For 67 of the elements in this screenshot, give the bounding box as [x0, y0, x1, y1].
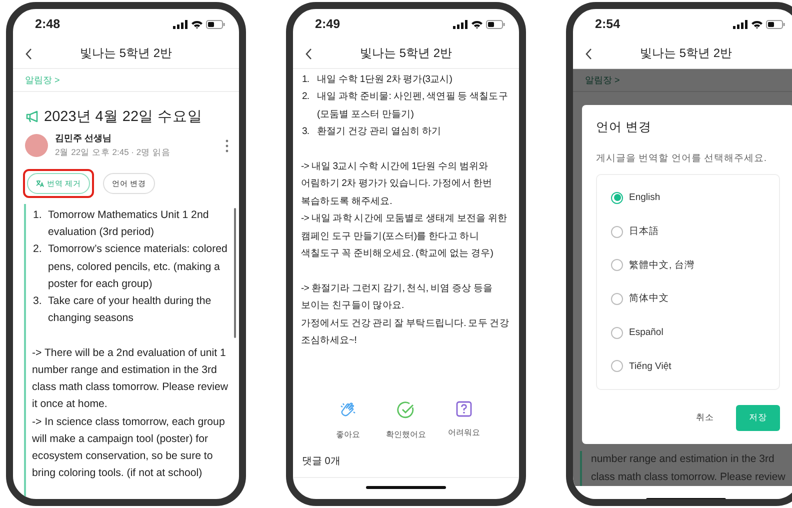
list-item: Take care of your health during the changing seasons — [48, 294, 212, 326]
header-title: 빛나는 5학년 2반 — [80, 45, 172, 62]
dialog-message: 게시글을 번역할 언어를 선택해주세요. — [596, 152, 768, 165]
check-circle-icon — [397, 401, 415, 420]
list-number: 2. — [32, 242, 43, 258]
list-item: Tomorrow’s science materials: colored pens, colored pencils, etc. (making a poster for each group) — [48, 242, 228, 292]
list-item: 내일 수학 1단원 2차 평가(3교시) — [317, 73, 452, 87]
battery-icon — [206, 20, 225, 28]
back-icon[interactable] — [305, 48, 313, 60]
post-title: 2023년 4월 22일 수요일 — [44, 108, 203, 126]
header-title: 빛나는 5학년 2반 — [640, 45, 732, 62]
avatar-icon — [25, 134, 48, 157]
question-square-icon — [456, 401, 472, 418]
back-icon[interactable] — [585, 48, 593, 60]
header-title: 빛나는 5학년 2반 — [360, 45, 452, 62]
wifi-icon — [471, 20, 483, 28]
scrollbar[interactable] — [234, 208, 236, 338]
more-icon[interactable] — [225, 138, 229, 152]
radio-button[interactable] — [611, 259, 623, 272]
megaphone-icon — [26, 110, 40, 123]
cancel-button[interactable]: 취소 — [696, 412, 714, 424]
language-option[interactable]: 简体中文 — [611, 282, 779, 316]
list-item: 환절기 건강 관리 열심히 하기 — [317, 125, 442, 140]
status-time: 2:54 — [595, 17, 620, 31]
radio-button[interactable] — [611, 292, 623, 305]
paragraph: -> 내일 3교시 수학 시간에 1단원 수의 범위와 어림하기 2차 평가가 있습니다. 가정에서 한번 복습하도록 해주세요. — [301, 160, 494, 209]
signal-icon — [173, 20, 188, 28]
background-text: number range and estimation in the 3rd — [591, 452, 776, 468]
language-option[interactable]: 日本語 — [611, 214, 779, 248]
paragraph: -> There will be a 2nd evaluation of unit 1 number range and estimation in the 3rd class math class tomorrow. Please review it once at home. — [32, 346, 229, 412]
wifi-icon — [751, 20, 763, 28]
reaction-button[interactable]: 좋아요 — [328, 401, 368, 440]
radio-button[interactable] — [611, 192, 623, 204]
post-meta: 2월 22일 오후 2:45 · 2명 읽음 — [55, 147, 172, 159]
signal-icon — [733, 20, 748, 28]
list-item: Tomorrow Mathematics Unit 1 2nd evaluation (3rd period) — [48, 208, 210, 240]
back-icon[interactable] — [25, 48, 33, 60]
signal-icon — [453, 20, 468, 28]
comment-count: 댓글 0개 — [301, 455, 342, 468]
battery-icon — [766, 20, 785, 28]
list-number: 3. — [32, 294, 43, 310]
reaction-button[interactable]: 어려워요 — [444, 401, 484, 440]
author-name: 김민주 선생님 — [55, 132, 113, 145]
radio-button[interactable] — [611, 226, 623, 238]
reaction-button[interactable]: 확인했어요 — [386, 401, 426, 440]
language-option[interactable]: English — [611, 181, 779, 215]
paragraph: -> 환절기라 그런지 감기, 천식, 비염 증상 등을 보이는 친구들이 많아요. — [301, 282, 494, 314]
list-item: 내일 과학 준비물: 사인펜, 색연필 등 색칠도구(모둠별 포스터 만들기) — [317, 90, 509, 122]
language-option[interactable]: Tiếng Việt — [611, 349, 779, 384]
battery-icon — [486, 20, 505, 28]
status-time: 2:49 — [315, 17, 340, 31]
radio-button[interactable] — [611, 360, 623, 372]
list-number: 1. — [32, 208, 43, 223]
wifi-icon — [191, 20, 203, 28]
list-number: 2. — [301, 90, 310, 104]
radio-button[interactable] — [611, 326, 623, 339]
background-text: class math class tomorrow. Please review — [591, 470, 786, 485]
paragraph: 가정에서도 건강 관리 잘 부탁드립니다. 모두 건강 조심하세요~! — [301, 316, 510, 348]
translate-icon — [36, 180, 44, 187]
language-option[interactable]: 繁體中文, 台灣 — [611, 248, 779, 282]
paragraph: -> In science class tomorrow, each group will make a campaign tool (poster) for ecosystem conservation, so be sure to bring coloring tools. (if not at school) — [32, 414, 226, 482]
list-number: 3. — [301, 125, 310, 140]
language-option[interactable]: Español — [611, 316, 779, 350]
status-time: 2:48 — [35, 17, 60, 31]
paragraph: -> 내일 과학 시간에 모둠별로 생태계 보전을 위한 캠페인 도구 만들기(포스터)를 한다고 하니 색칠도구 꼭 준비해오세요. (학교에 없는 경우) — [301, 212, 508, 262]
dialog-title: 언어 변경 — [596, 119, 652, 136]
list-number: 1. — [301, 73, 310, 87]
